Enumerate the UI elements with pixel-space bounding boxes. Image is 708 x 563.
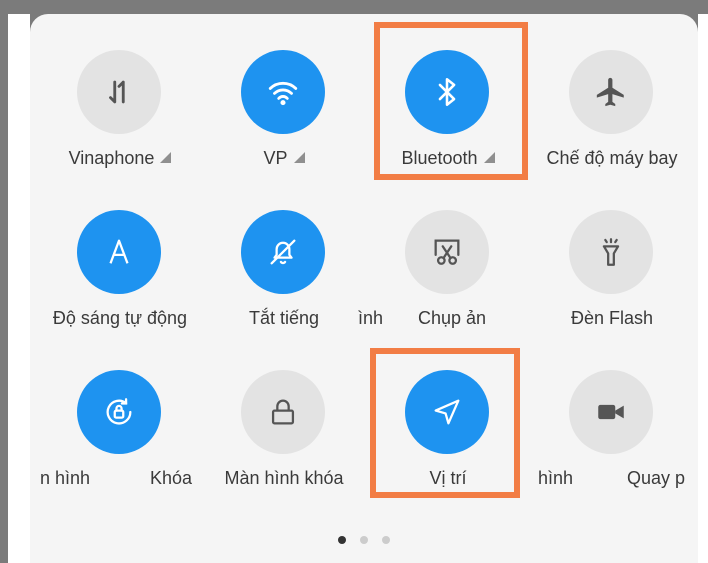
airplane-icon [569, 50, 653, 134]
lock-icon [241, 370, 325, 454]
flashlight-icon [569, 210, 653, 294]
tile-label: Chế độ máy bay [546, 148, 678, 168]
rotation-lock-icon [77, 370, 161, 454]
highlight-box-location [370, 348, 520, 498]
tile-vinaphone[interactable]: Vinaphone [40, 40, 200, 180]
edge-strip-left [8, 14, 30, 563]
tile-screenshot[interactable]: Chụp ản [368, 200, 528, 340]
tile-flashlight[interactable]: Đèn Flash [532, 200, 692, 340]
tile-label: Đèn Flash [570, 308, 654, 328]
mobile-data-icon [77, 50, 161, 134]
tile-silent[interactable]: Tắt tiếng [204, 200, 364, 340]
tile-lock-screen[interactable]: Màn hình khóa [204, 360, 364, 500]
screenshot-icon [405, 210, 489, 294]
signal-triangle-icon [293, 152, 305, 163]
tile-auto-brightness[interactable]: Độ sáng tự động [40, 200, 200, 340]
page-dot[interactable] [382, 536, 390, 544]
tile-label: Khóa [150, 468, 193, 488]
highlight-box-bluetooth [374, 22, 528, 180]
wifi-icon [241, 50, 325, 134]
tile-label-fragment: n hình [40, 468, 91, 488]
tile-label: Chụp ản [418, 308, 487, 328]
auto-brightness-icon [77, 210, 161, 294]
tile-label: VP [204, 148, 364, 169]
video-camera-icon [569, 370, 653, 454]
tile-wifi[interactable]: VP [204, 40, 364, 180]
edge-strip-right [698, 14, 708, 563]
bell-off-icon [241, 210, 325, 294]
page-dot[interactable] [338, 536, 346, 544]
tile-label: Tắt tiếng [248, 308, 320, 328]
tile-label-fragment: ình [358, 308, 384, 328]
tile-label: Vinaphone [40, 148, 200, 169]
page-dot[interactable] [360, 536, 368, 544]
tile-label: Quay p [627, 468, 686, 488]
tile-label: Màn hình khóa [224, 468, 344, 488]
signal-triangle-icon [160, 152, 172, 163]
tile-label-fragment: hình [538, 468, 574, 488]
tile-airplane-mode[interactable]: Chế độ máy bay [532, 40, 692, 180]
tile-label: Độ sáng tự động [52, 308, 188, 328]
